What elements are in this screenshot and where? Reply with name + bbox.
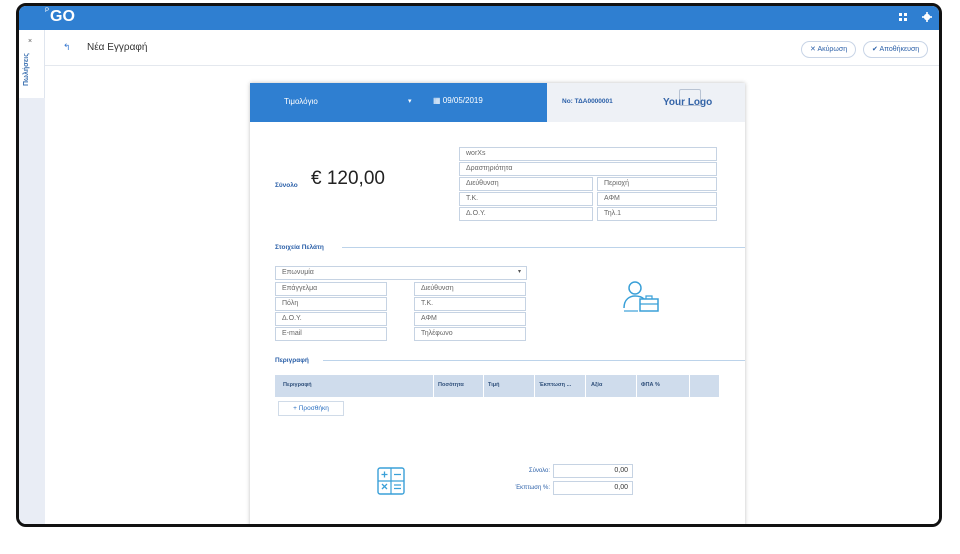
description-section-title: Περιγραφή [275,357,309,364]
logo-placeholder[interactable]: Your Logo [663,97,712,108]
sum-label: Σύνολο: [528,468,550,474]
discount-label: Έκπτωση %: [515,485,550,491]
app-window: PGO × Πωλήσεις ↰ Νέα Εγγραφή ✕ Ακύρωση ✔… [16,3,942,527]
company-afm-field[interactable]: ΑΦΜ [597,192,717,206]
customer-section-title: Στοιχεία Πελάτη [275,244,324,251]
calculator-icon [377,467,405,495]
column-header[interactable]: Ποσότητα [438,382,464,388]
column-header[interactable]: Περιγραφή [283,382,312,388]
customer-doy-field[interactable]: Δ.Ο.Υ. [275,312,387,326]
customer-city-field[interactable]: Πόλη [275,297,387,311]
column-header[interactable]: Τιμή [488,382,500,388]
chevron-down-icon[interactable]: ▾ [518,268,521,275]
customer-address-field[interactable]: Διεύθυνση [414,282,526,296]
back-icon[interactable]: ↰ [63,42,71,53]
section-divider [342,247,745,248]
customer-name-select[interactable]: Επωνυμία [275,266,527,280]
close-tab-icon[interactable]: × [28,38,32,45]
discount-field[interactable]: 0,00 [553,481,633,495]
company-doy-field[interactable]: Δ.Ο.Υ. [459,207,593,221]
company-area-field[interactable]: Περιοχή [597,177,717,191]
customer-afm-field[interactable]: ΑΦΜ [414,312,526,326]
document-number: No: ΤΔΑ0000001 [562,98,613,105]
page-header: ↰ Νέα Εγγραφή ✕ Ακύρωση ✔ Αποθήκευση [45,30,939,66]
company-phone-field[interactable]: Τηλ.1 [597,207,717,221]
date-field[interactable]: ▦ 09/05/2019 [433,96,483,105]
add-line-button[interactable]: + Προσθήκη [278,401,344,416]
top-bar: PGO [19,6,939,30]
total-amount: € 120,00 [311,168,385,189]
invoice-paper: Τιμολόγιο ▾ ▦ 09/05/2019 No: ΤΔΑ0000001 … [250,83,745,524]
customer-email-field[interactable]: E-mail [275,327,387,341]
items-table-header: Περιγραφή Ποσότητα Τιμή Έκπτωση ... Αξία… [275,375,719,397]
company-zip-field[interactable]: Τ.Κ. [459,192,593,206]
settings-gear-icon[interactable] [921,12,933,24]
column-header[interactable]: ΦΠΑ % [641,382,660,388]
sum-field[interactable]: 0,00 [553,464,633,478]
total-label: Σύνολο [275,182,298,189]
company-activity-field[interactable]: Δραστηριότητα [459,162,717,176]
sidebar-strip [19,98,45,524]
apps-grid-icon[interactable] [897,12,909,24]
customer-zip-field[interactable]: Τ.Κ. [414,297,526,311]
save-button[interactable]: ✔ Αποθήκευση [863,41,929,58]
app-logo[interactable]: PGO [45,8,75,26]
sidebar-tab[interactable]: × Πωλήσεις [19,30,45,98]
sidebar-tab-label: Πωλήσεις [23,53,30,86]
document-type-select[interactable]: Τιμολόγιο [284,97,318,106]
company-address-field[interactable]: Διεύθυνση [459,177,593,191]
calendar-icon: ▦ [433,96,443,105]
caret-down-icon[interactable]: ▾ [408,97,412,105]
column-header[interactable]: Έκπτωση ... [539,382,571,388]
page-title: Νέα Εγγραφή [87,42,148,53]
cancel-button[interactable]: ✕ Ακύρωση [801,41,857,58]
column-header[interactable]: Αξία [591,382,602,388]
customer-profession-field[interactable]: Επάγγελμα [275,282,387,296]
document-canvas: Τιμολόγιο ▾ ▦ 09/05/2019 No: ΤΔΑ0000001 … [45,66,939,524]
customer-briefcase-icon [623,281,659,312]
document-header: Τιμολόγιο ▾ ▦ 09/05/2019 No: ΤΔΑ0000001 … [250,83,745,122]
company-name-field[interactable]: worXs [459,147,717,161]
section-divider [323,360,745,361]
customer-phone-field[interactable]: Τηλέφωνο [414,327,526,341]
